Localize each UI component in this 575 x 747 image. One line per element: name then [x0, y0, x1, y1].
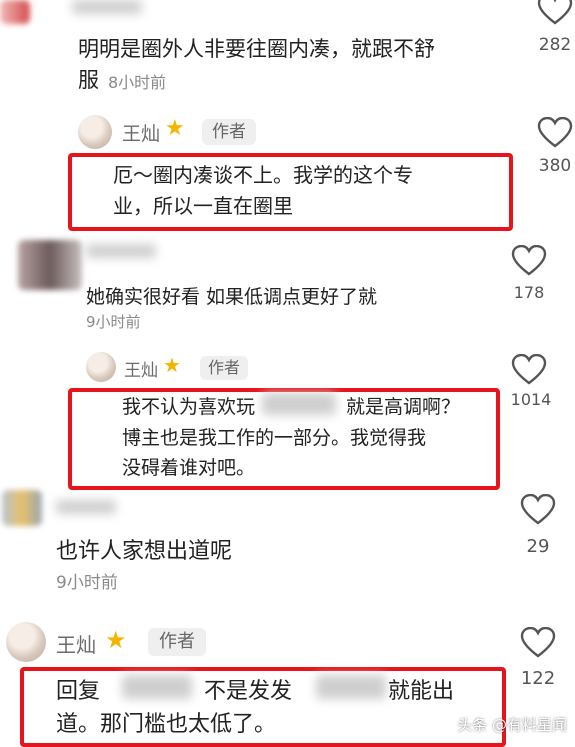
comment-text: 服 [78, 68, 99, 92]
author-name[interactable]: 王灿 [122, 119, 160, 146]
username-blurred [86, 244, 156, 258]
censored-text [122, 675, 192, 699]
username-blurred [72, 0, 142, 14]
star-icon: ★ [105, 626, 127, 654]
heart-outline-icon[interactable] [537, 0, 573, 26]
like-count: 1014 [510, 390, 552, 409]
like-count: 282 [538, 35, 572, 55]
author-avatar[interactable] [78, 115, 112, 149]
comment-text: 明明是圈外人非要往圈内凑，就跟不舒 [78, 37, 435, 61]
heart-outline-icon[interactable] [537, 117, 573, 149]
heart-outline-icon[interactable] [511, 354, 547, 386]
author-avatar[interactable] [86, 352, 116, 382]
reply-text: 业，所以一直在圈里 [113, 194, 293, 218]
reply-text: 我不认为喜欢玩 [122, 396, 256, 418]
author-avatar[interactable] [6, 622, 46, 662]
avatar-blurred[interactable] [2, 490, 42, 526]
comment-text: 她确实很好看 如果低调点更好了就 [86, 286, 378, 308]
author-name[interactable]: 王灿 [56, 629, 96, 658]
star-icon: ★ [165, 116, 185, 141]
reply-text: 不是发发 [204, 679, 293, 704]
reply-text: 就能出 [388, 679, 455, 704]
avatar-blurred[interactable] [0, 0, 30, 24]
heart-outline-icon[interactable] [511, 245, 547, 277]
author-tag: 作者 [202, 119, 256, 145]
like-count: 29 [526, 536, 550, 557]
comment-text: 也许人家想出道呢 [56, 539, 233, 564]
reply-text: 厄～圈内凑谈不上。我学的这个专 [113, 163, 413, 187]
censored-text [262, 393, 336, 415]
comment-time: 9小时前 [56, 573, 118, 593]
username-blurred [56, 500, 116, 514]
like-count: 122 [520, 668, 556, 689]
author-tag: 作者 [148, 628, 206, 656]
avatar-blurred[interactable] [18, 240, 82, 290]
comment-time: 8小时前 [108, 73, 167, 92]
author-name[interactable]: 王灿 [124, 356, 158, 381]
reply-text: 没碍着谁对吧。 [122, 457, 256, 479]
reply-text: 就是高调啊？ [346, 396, 461, 418]
heart-outline-icon[interactable] [520, 627, 556, 659]
watermark: 头条 @有料星闻 [457, 716, 567, 734]
star-icon: ★ [163, 353, 181, 377]
reply-text: 道。那门槛也太低了。 [56, 712, 277, 737]
heart-outline-icon[interactable] [520, 494, 556, 526]
like-count: 178 [513, 283, 545, 302]
reply-text: 博主也是我工作的一部分。我觉得我 [122, 427, 427, 449]
comment-time: 9小时前 [86, 313, 141, 331]
censored-text [316, 675, 386, 699]
reply-text: 回复 [56, 679, 101, 704]
like-count: 380 [538, 156, 572, 176]
author-tag: 作者 [200, 356, 248, 380]
